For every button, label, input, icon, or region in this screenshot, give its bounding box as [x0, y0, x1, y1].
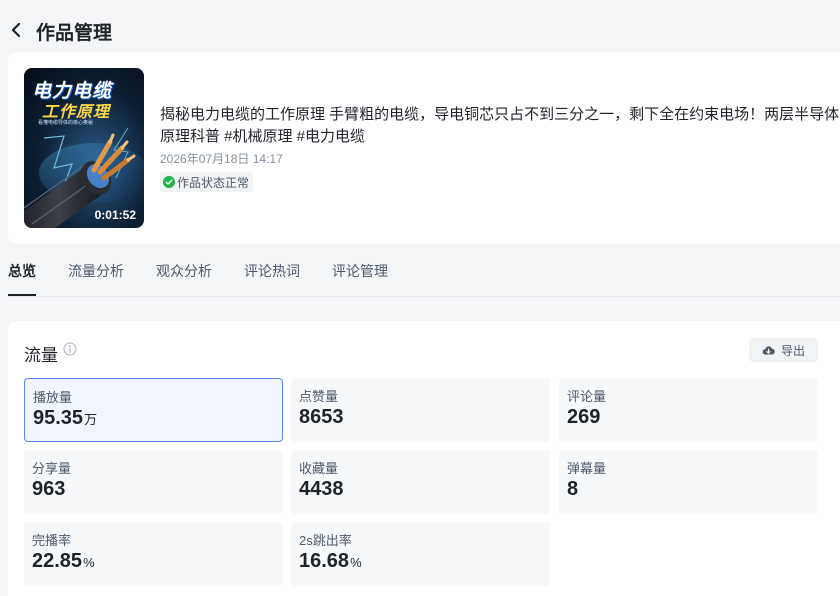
metric-completion-rate[interactable]: 完播率 22.85%	[24, 522, 283, 586]
metric-number: 963	[32, 478, 66, 500]
metric-unit: %	[83, 555, 95, 570]
metric-label: 完播率	[32, 533, 72, 548]
publish-time: 2026年07月18日 14:17	[160, 152, 283, 166]
metric-2s-bounce-rate[interactable]: 2s跳出率 16.68%	[291, 522, 550, 586]
metric-danmaku[interactable]: 弹幕量 8	[559, 450, 818, 514]
metric-number: 8	[567, 478, 579, 500]
export-label: 导出	[780, 343, 805, 358]
metric-value: 963	[32, 478, 66, 501]
tab-traffic-analysis[interactable]: 流量分析	[68, 256, 124, 296]
metric-likes[interactable]: 点赞量 8653	[291, 378, 550, 442]
cloud-download-icon	[762, 344, 775, 357]
metric-label: 2s跳出率	[299, 533, 352, 548]
work-description: 揭秘电力电缆的工作原理 手臂粗的电缆，导电铜芯只占不到三分之一，剩下全在约束电场…	[160, 104, 840, 148]
tab-bar: 总览 流量分析 观众分析 评论热词 评论管理	[8, 256, 420, 296]
check-circle-icon	[163, 176, 175, 188]
export-button[interactable]: 导出	[749, 338, 818, 362]
metric-value: 95.35万	[33, 407, 97, 430]
tab-comment-management[interactable]: 评论管理	[332, 256, 388, 296]
metric-value: 22.85%	[32, 550, 95, 573]
metric-value: 8	[567, 478, 579, 501]
page-title: 作品管理	[36, 23, 113, 44]
metric-label: 点赞量	[299, 389, 339, 404]
traffic-card: 流量 导出 播放量 95.35万 点赞量 8653 评论量 269 分享量 96…	[8, 321, 840, 596]
chevron-left-icon	[11, 22, 21, 38]
metric-label: 评论量	[567, 389, 607, 404]
info-icon[interactable]	[63, 342, 77, 356]
metric-label: 弹幕量	[567, 461, 607, 476]
status-badge: 作品状态正常	[160, 172, 254, 192]
status-text: 作品状态正常	[177, 175, 250, 190]
back-button[interactable]	[8, 18, 26, 42]
metric-plays[interactable]: 播放量 95.35万	[24, 378, 283, 442]
metric-label: 分享量	[32, 461, 72, 476]
metric-number: 22.85	[32, 550, 83, 572]
tab-divider	[8, 296, 840, 297]
metric-value: 8653	[299, 406, 345, 429]
metric-number: 8653	[299, 406, 344, 428]
metric-value: 4438	[299, 478, 345, 501]
metric-number: 95.35	[33, 407, 84, 429]
top-bar: 作品管理	[0, 0, 840, 58]
metric-unit: %	[350, 555, 362, 570]
metric-number: 4438	[299, 478, 344, 500]
video-duration: 0:01:52	[94, 208, 136, 222]
tab-audience-analysis[interactable]: 观众分析	[156, 256, 212, 296]
description-line-2: 原理科普 #机械原理 #电力电缆	[160, 128, 366, 145]
metric-unit: 万	[84, 412, 98, 427]
section-title: 流量	[24, 346, 58, 365]
metric-comments[interactable]: 评论量 269	[559, 378, 818, 442]
metric-label: 播放量	[33, 390, 73, 405]
description-line-1: 揭秘电力电缆的工作原理 手臂粗的电缆，导电铜芯只占不到三分之一，剩下全在约束电场…	[160, 106, 840, 123]
metric-number: 16.68	[299, 550, 350, 572]
video-cover[interactable]: 电力电缆 工作原理 看懂电缆导体的核心奥秘 0:01:52	[24, 68, 144, 228]
tab-comment-keywords[interactable]: 评论热词	[244, 256, 300, 296]
work-info-card: 电力电缆 工作原理 看懂电缆导体的核心奥秘 0:01:52 揭秘电力电缆的工作原…	[8, 52, 840, 244]
metric-number: 269	[567, 406, 601, 428]
metric-value: 269	[567, 406, 601, 429]
metric-label: 收藏量	[299, 461, 339, 476]
cover-subtitle: 看懂电缆导体的核心奥秘	[38, 120, 94, 126]
tab-overview[interactable]: 总览	[8, 256, 36, 296]
metric-favorites[interactable]: 收藏量 4438	[291, 450, 550, 514]
metric-value: 16.68%	[299, 550, 362, 573]
metric-shares[interactable]: 分享量 963	[24, 450, 283, 514]
